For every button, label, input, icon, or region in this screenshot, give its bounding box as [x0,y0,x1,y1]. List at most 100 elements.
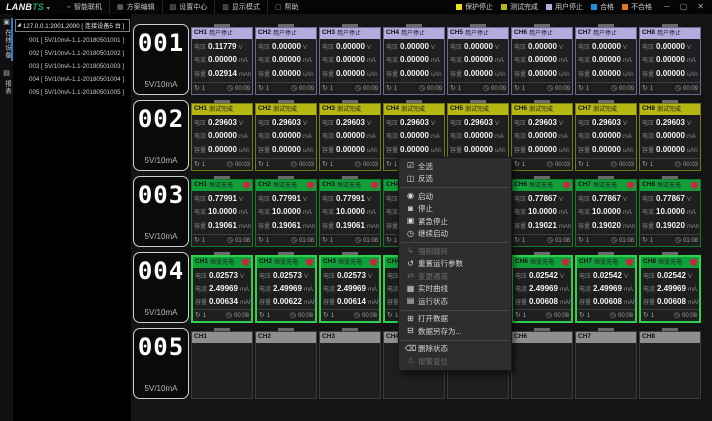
tree-device-node[interactable]: 005 [ 5V/10mA-1.1-20180501005 ] [13,86,131,99]
channel-card[interactable]: CH6用户停止电压0.00000V电流0.00000mA容量0.00000uAh… [511,24,573,95]
menu-item-save-data-as[interactable]: ⊟数据另存为... [399,325,511,338]
elapsed-time-value: 00:08 [234,313,249,319]
menu-item-run-status[interactable]: ▤运行状态 [399,295,511,308]
menubar-item-plan-edit[interactable]: ▦方案编辑 [109,0,162,14]
menu-item-emergency-stop[interactable]: ▣紧急停止 [399,215,511,228]
menu-item-reset-run-params[interactable]: ↺重置运行参数 [399,258,511,271]
field-value: 0.00000 [656,132,685,140]
channel-card[interactable]: CH1用户停止电压0.11779V电流0.00000mA容量0.02914mAh… [191,24,253,95]
menu-item-select-all[interactable]: ☑全选 [399,160,511,173]
device-display[interactable]: 0045V/10mA [133,252,189,323]
tree-expand-icon[interactable]: ◢ [17,23,21,28]
channel-card[interactable]: CH8用户停止电压0.00000V电流0.00000mA容量0.00000uAh… [639,24,701,95]
cycle-count: ↻1 [514,85,525,92]
menubar-item-display-mode[interactable]: ▥显示模式 [214,0,267,14]
tree-device-node[interactable]: 001 [ 5V/10mA-1.1-20180501001 ] [13,34,131,47]
menu-item-invert-selection[interactable]: ◫反选 [399,173,511,186]
channel-card[interactable]: CH2 [255,328,317,399]
channel-card[interactable]: CH2恒流充电电压0.02573V电流2.49969mA容量0.00622mAh… [255,252,317,323]
menu-item-open-data[interactable]: ⊞打开数据 [399,313,511,326]
close-button[interactable]: ✕ [697,3,704,11]
field-label: 容量 [258,72,270,78]
resume-start-icon: ◷ [403,230,418,238]
device-display[interactable]: 0025V/10mA [133,100,189,171]
channel-card[interactable]: CH7测试完成电压0.29603V电流0.00000mA容量0.00000uAh… [575,100,637,171]
menubar-item-settings-center[interactable]: ▧设置中心 [162,0,215,14]
channel-card[interactable]: CH3恒流充电电压0.02573V电流2.49969mA容量0.00614mAh… [319,252,381,323]
tree-root-label: 127.0.0.1:2001,2000 [ 连接设备5 台 ] [23,21,124,30]
channel-card[interactable]: CH8 [639,328,701,399]
channel-card[interactable]: CH6恒流充电电压0.02542V电流2.49969mA容量0.00608mAh… [511,252,573,323]
minimize-button[interactable]: ─ [664,3,670,11]
channel-footer: ↻1◷00:09 [384,82,444,94]
channel-card[interactable]: CH6测试完成电压0.29603V电流0.00000mA容量0.00000uAh… [511,100,573,171]
channel-card[interactable]: CH8测试完成电压0.29603V电流0.00000mA容量0.00000uAh… [639,100,701,171]
channel-card-box: CH8测试完成电压0.29603V电流0.00000mA容量0.00000uAh… [639,103,701,171]
channel-card[interactable]: CH8恒流充电电压0.02542V电流2.49969mA容量0.00608mAh… [639,252,701,323]
clock-icon: ◷ [355,85,361,92]
menubar-item-smart-link[interactable]: ⌁智能联机 [60,0,109,14]
channel-card[interactable]: CH6恒流充电电压0.77867V电流10.0000mA容量0.19021mAh… [511,176,573,247]
channel-card[interactable]: CH3 [319,328,381,399]
menu-item-resume-start[interactable]: ◷继续启动 [399,228,511,241]
tree-device-node[interactable]: 004 [ 5V/10mA-1.1-20180501004 ] [13,73,131,86]
field-label: 电流 [194,210,206,216]
menu-item-start[interactable]: ◉启动 [399,190,511,203]
device-display[interactable]: 0055V/10mA [133,328,189,399]
channel-card-box: CH8用户停止电压0.00000V电流0.00000mA容量0.00000uAh… [639,27,701,95]
cycle-count: ↻1 [194,85,205,92]
sidebar-tab-online-devices[interactable]: ▣在线设备 [0,14,13,65]
menu-item-stop[interactable]: ◙停止 [399,203,511,216]
capacity-row: 容量0.00608mAh [643,298,697,306]
field-label: 容量 [642,224,654,230]
channel-values: 电压0.29603V电流0.00000mA容量0.00000uAh [192,115,252,158]
cycle-count-value: 1 [586,238,589,244]
tree-root-node[interactable]: ◢ 127.0.0.1:2001,2000 [ 连接设备5 台 ] [15,19,130,32]
loop-icon: ↻ [578,85,584,92]
channel-card[interactable]: CH7恒流充电电压0.02542V电流2.49969mA容量0.00608mAh… [575,252,637,323]
channel-card[interactable]: CH7 [575,328,637,399]
channel-card[interactable]: CH7恒流充电电压0.77867V电流10.0000mA容量0.19020mAh… [575,176,637,247]
channel-card[interactable]: CH2用户停止电压0.00000V电流0.00000mA容量0.00000uAh… [255,24,317,95]
field-unit: uAh [559,148,570,154]
channel-values: 电压0.00000V电流0.00000mA容量0.00000uAh [512,39,572,82]
channel-card[interactable]: CH3恒流充电电压0.77991V电流10.0000mA容量0.19061mAh… [319,176,381,247]
channel-card[interactable]: CH2恒流充电电压0.77991V电流10.0000mA容量0.19061mAh… [255,176,317,247]
tree-device-node[interactable]: 002 [ 5V/10mA-1.1-20180501002 ] [13,47,131,60]
channel-card[interactable]: CH1测试完成电压0.29603V电流0.00000mA容量0.00000uAh… [191,100,253,171]
tree-device-node[interactable]: 003 [ 5V/10mA-1.1-20180501003 ] [13,60,131,73]
channel-card[interactable]: CH6 [511,328,573,399]
channel-card[interactable]: CH4用户停止电压0.00000V电流0.00000mA容量0.00000uAh… [383,24,445,95]
cycle-count-value: 1 [394,238,397,244]
menu-item-delete-status[interactable]: ⌫删除状态 [399,343,511,356]
maximize-button[interactable]: ▢ [680,3,688,11]
device-display[interactable]: 0015V/10mA [133,24,189,95]
channel-card[interactable]: CH3用户停止电压0.00000V电流0.00000mA容量0.00000uAh… [319,24,381,95]
menubar-item-help[interactable]: ▢帮助 [267,0,306,14]
field-unit: uAh [431,72,442,78]
sidebar-tab-reports[interactable]: ▤报表 [0,65,13,101]
channel-card[interactable]: CH2测试完成电压0.29603V电流0.00000mA容量0.00000uAh… [255,100,317,171]
channel-card[interactable]: CH7用户停止电压0.00000V电流0.00000mA容量0.00000uAh… [575,24,637,95]
channel-values: 电压0.29603V电流0.00000mA容量0.00000uAh [320,115,380,158]
field-label: 电压 [258,121,270,127]
field-label: 电流 [386,134,398,140]
channel-card[interactable]: CH1恒流充电电压0.02573V电流2.49969mA容量0.00634mAh… [191,252,253,323]
channel-values: 电压0.02542V电流2.49969mA容量0.00608mAh [577,268,635,309]
field-label: 电流 [450,58,462,64]
channel-name: CH3 [323,259,336,266]
device-display[interactable]: 0035V/10mA [133,176,189,247]
loop-icon: ↻ [514,85,520,92]
channel-card[interactable]: CH1恒流充电电压0.77991V电流10.0000mA容量0.19061mAh… [191,176,253,247]
channel-values: 电压0.02573V电流2.49969mA容量0.00622mAh [257,268,315,309]
protection-shield-icon [626,259,633,267]
menu-item-realtime-curve[interactable]: ▦实时曲线 [399,283,511,296]
field-label: 容量 [642,148,654,154]
logo-caret-icon[interactable]: ▾ [47,5,50,12]
elapsed-time: ◷01:08 [611,237,634,244]
channel-card[interactable]: CH3测试完成电压0.29603V电流0.00000mA容量0.00000uAh… [319,100,381,171]
channel-card[interactable]: CH1 [191,328,253,399]
channel-card[interactable]: CH8恒流充电电压0.77867V电流10.0000mA容量0.19020mAh… [639,176,701,247]
alarm-reset-icon: ⚠ [403,357,418,365]
channel-card[interactable]: CH5用户停止电压0.00000V电流0.00000mA容量0.00000uAh… [447,24,509,95]
